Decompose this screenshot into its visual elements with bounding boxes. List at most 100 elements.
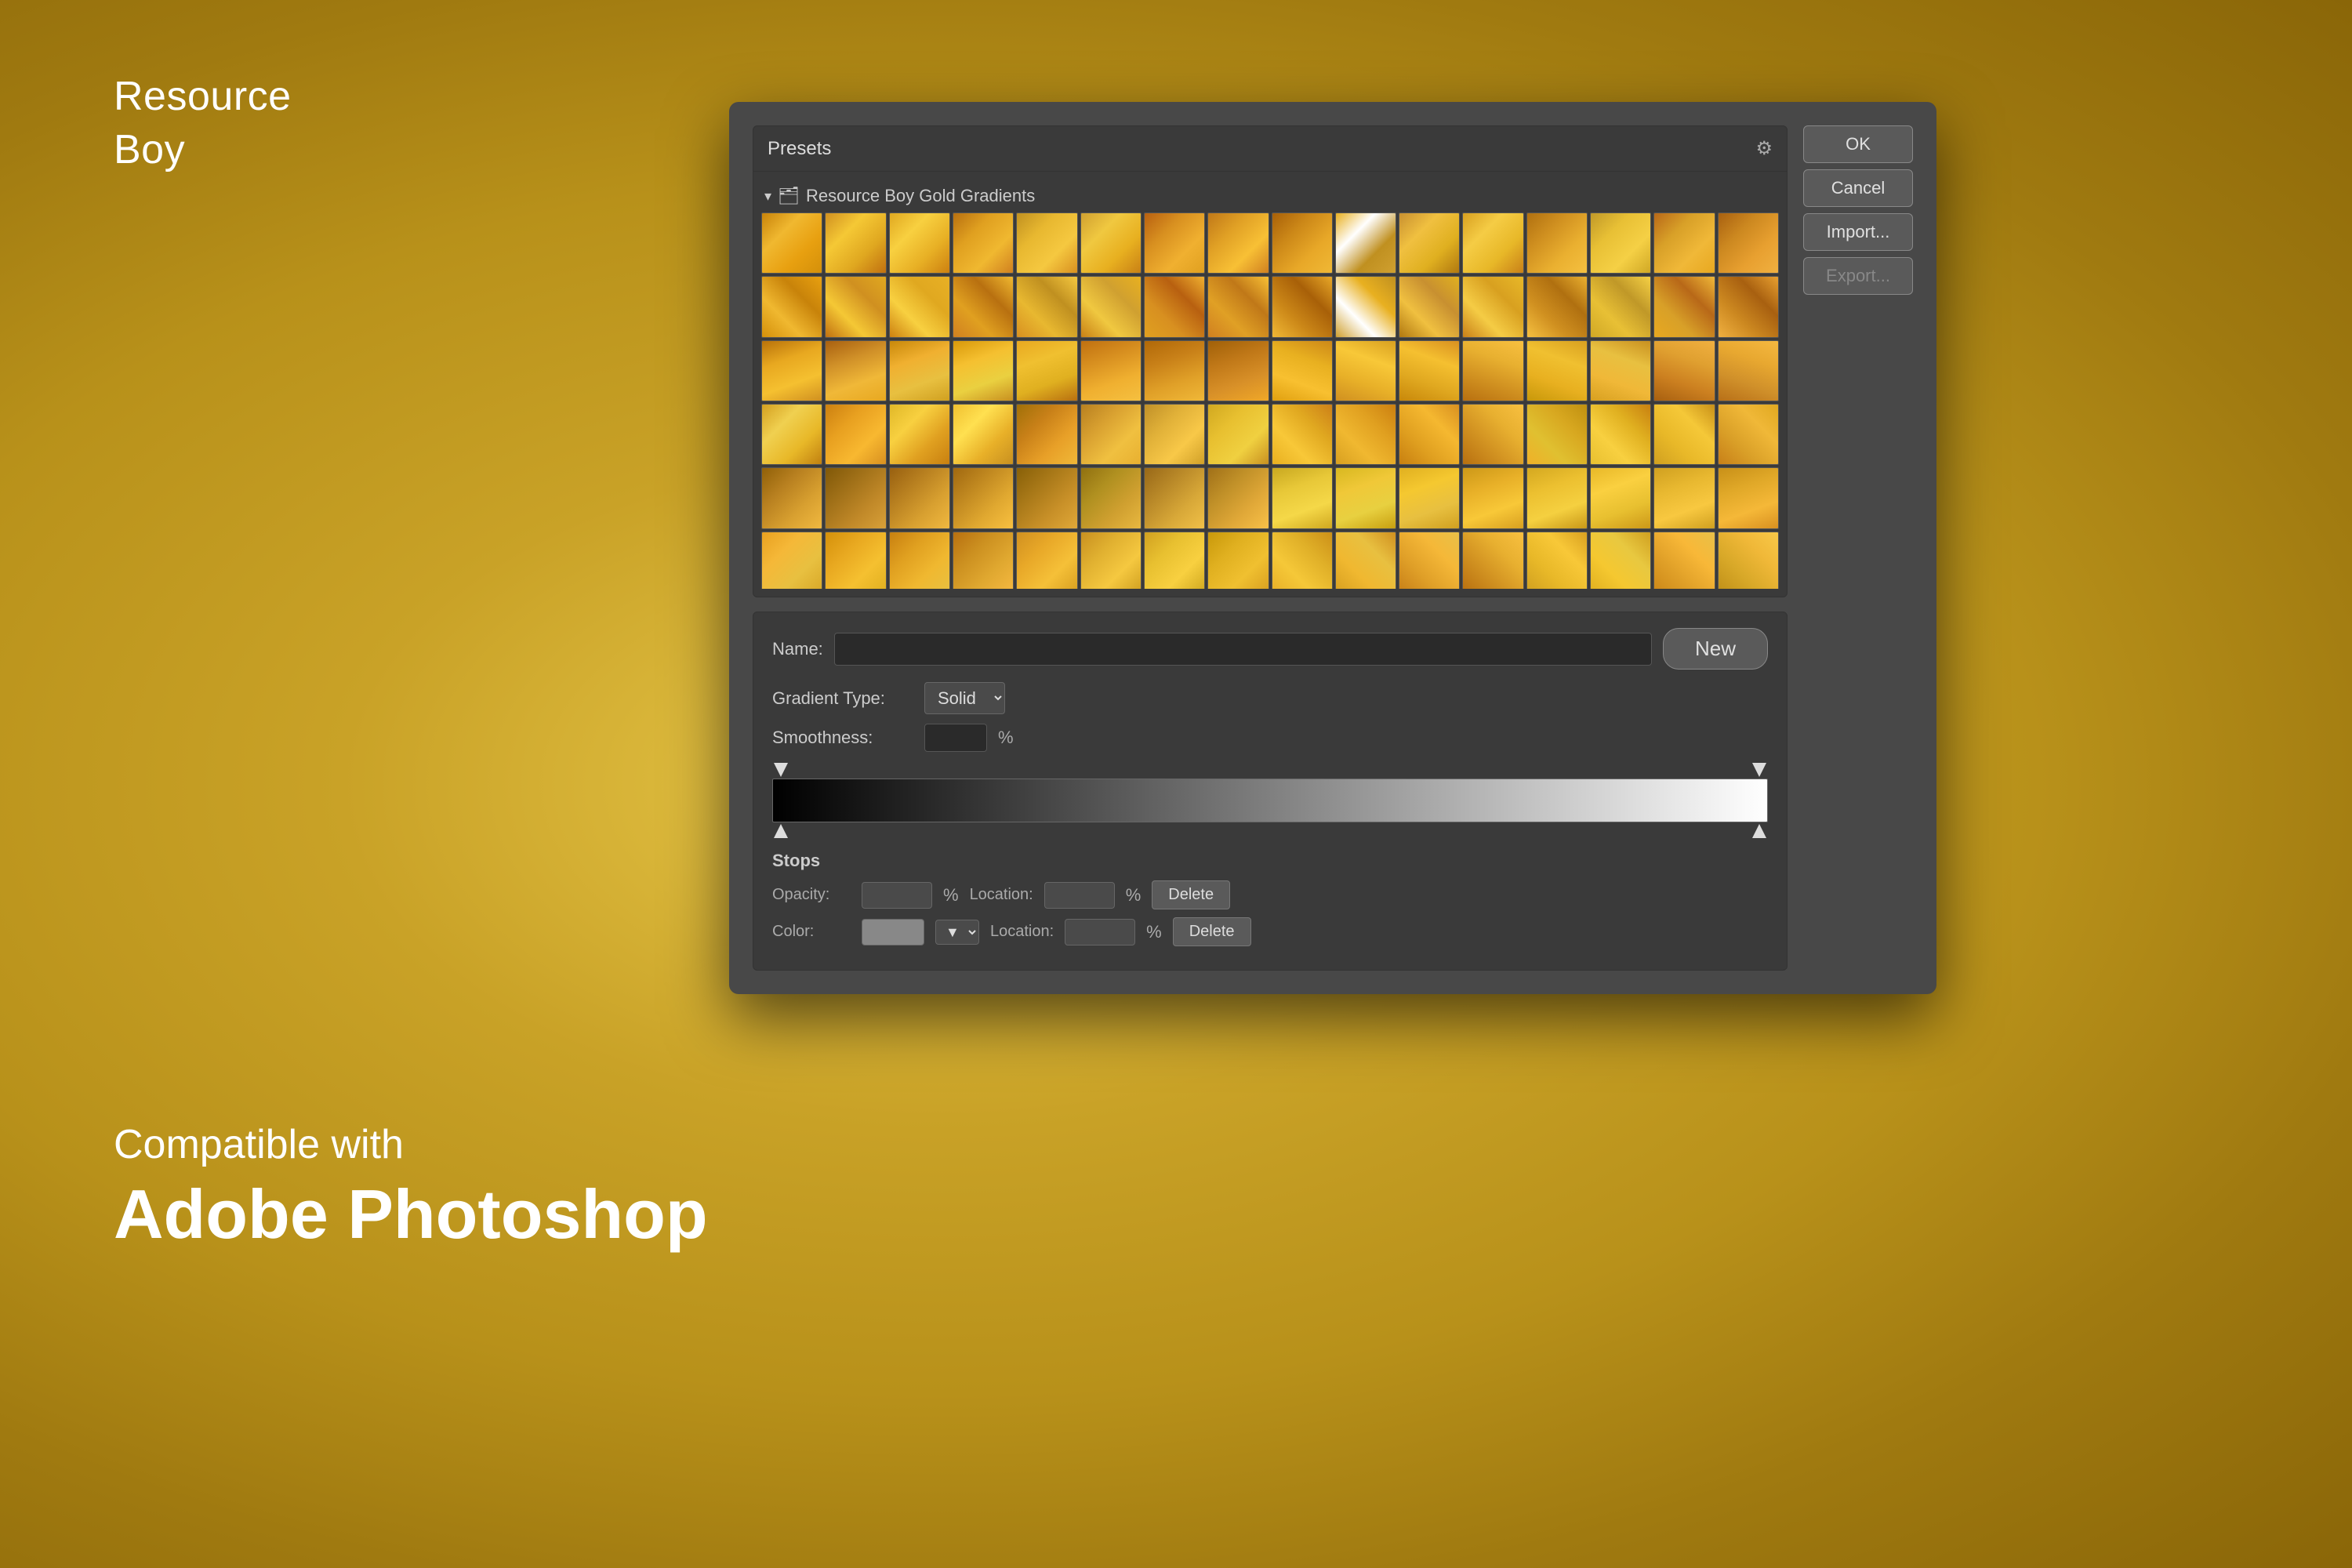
- gradient-swatch-64[interactable]: [761, 467, 822, 528]
- color-stop-right[interactable]: [1752, 824, 1766, 838]
- gradient-swatch-35[interactable]: [953, 340, 1014, 401]
- gradient-swatch-83[interactable]: [953, 532, 1014, 589]
- gradient-swatch-53[interactable]: [1080, 404, 1142, 465]
- gradient-swatch-8[interactable]: [1272, 212, 1333, 274]
- gradient-swatch-0[interactable]: [761, 212, 822, 274]
- gradient-swatch-49[interactable]: [825, 404, 886, 465]
- gradient-swatch-34[interactable]: [889, 340, 950, 401]
- gradient-swatch-28[interactable]: [1526, 276, 1588, 337]
- gradient-swatch-5[interactable]: [1080, 212, 1142, 274]
- color-location-input[interactable]: [1065, 919, 1135, 946]
- gradient-swatch-94[interactable]: [1653, 532, 1715, 589]
- gradient-swatch-31[interactable]: [1718, 276, 1779, 337]
- gradient-swatch-55[interactable]: [1207, 404, 1269, 465]
- gradient-swatch-76[interactable]: [1526, 467, 1588, 528]
- gradient-swatch-15[interactable]: [1718, 212, 1779, 274]
- gradient-swatch-36[interactable]: [1016, 340, 1077, 401]
- gradient-swatch-16[interactable]: [761, 276, 822, 337]
- gradient-swatch-17[interactable]: [825, 276, 886, 337]
- gradient-type-select[interactable]: Solid Noise: [924, 682, 1005, 714]
- gradient-swatch-3[interactable]: [953, 212, 1014, 274]
- gradient-swatch-57[interactable]: [1335, 404, 1396, 465]
- ok-button[interactable]: OK: [1803, 125, 1913, 163]
- gradient-swatch-62[interactable]: [1653, 404, 1715, 465]
- gradient-swatch-14[interactable]: [1653, 212, 1715, 274]
- gradient-preview[interactable]: [772, 779, 1768, 822]
- gradient-swatch-47[interactable]: [1718, 340, 1779, 401]
- gradient-swatch-23[interactable]: [1207, 276, 1269, 337]
- smoothness-input[interactable]: 100: [924, 724, 987, 752]
- name-input[interactable]: [834, 633, 1652, 666]
- gradient-swatch-89[interactable]: [1335, 532, 1396, 589]
- export-button[interactable]: Export...: [1803, 257, 1913, 295]
- gradient-swatch-74[interactable]: [1399, 467, 1460, 528]
- gradient-swatch-61[interactable]: [1590, 404, 1651, 465]
- color-delete-button[interactable]: Delete: [1173, 917, 1251, 946]
- gradient-swatch-24[interactable]: [1272, 276, 1333, 337]
- gradient-swatch-67[interactable]: [953, 467, 1014, 528]
- gradient-swatch-75[interactable]: [1462, 467, 1523, 528]
- gradient-swatch-56[interactable]: [1272, 404, 1333, 465]
- gradient-swatch-80[interactable]: [761, 532, 822, 589]
- gradient-swatch-27[interactable]: [1462, 276, 1523, 337]
- gradient-swatch-82[interactable]: [889, 532, 950, 589]
- gradient-swatch-52[interactable]: [1016, 404, 1077, 465]
- gradient-swatch-58[interactable]: [1399, 404, 1460, 465]
- gradient-swatch-86[interactable]: [1144, 532, 1205, 589]
- gradient-swatch-48[interactable]: [761, 404, 822, 465]
- gradient-swatch-73[interactable]: [1335, 467, 1396, 528]
- gradient-swatch-32[interactable]: [761, 340, 822, 401]
- gear-icon[interactable]: ⚙: [1755, 137, 1773, 160]
- gradient-swatch-25[interactable]: [1335, 276, 1396, 337]
- gradient-swatch-60[interactable]: [1526, 404, 1588, 465]
- gradient-swatch-41[interactable]: [1335, 340, 1396, 401]
- gradient-swatch-39[interactable]: [1207, 340, 1269, 401]
- gradient-swatch-29[interactable]: [1590, 276, 1651, 337]
- gradient-swatch-85[interactable]: [1080, 532, 1142, 589]
- gradient-swatch-50[interactable]: [889, 404, 950, 465]
- gradient-swatch-78[interactable]: [1653, 467, 1715, 528]
- gradient-swatch-19[interactable]: [953, 276, 1014, 337]
- color-stop-left[interactable]: [774, 824, 788, 838]
- gradient-swatch-70[interactable]: [1144, 467, 1205, 528]
- opacity-stop-left[interactable]: [774, 763, 788, 777]
- gradient-swatch-6[interactable]: [1144, 212, 1205, 274]
- opacity-value-input[interactable]: [862, 882, 932, 909]
- gradient-swatch-38[interactable]: [1144, 340, 1205, 401]
- gradient-swatch-63[interactable]: [1718, 404, 1779, 465]
- gradient-swatch-12[interactable]: [1526, 212, 1588, 274]
- gradient-swatch-71[interactable]: [1207, 467, 1269, 528]
- gradient-swatch-51[interactable]: [953, 404, 1014, 465]
- gradient-swatch-40[interactable]: [1272, 340, 1333, 401]
- gradient-swatch-93[interactable]: [1590, 532, 1651, 589]
- gradient-swatch-44[interactable]: [1526, 340, 1588, 401]
- gradient-swatch-66[interactable]: [889, 467, 950, 528]
- gradient-swatch-87[interactable]: [1207, 532, 1269, 589]
- gradient-swatch-7[interactable]: [1207, 212, 1269, 274]
- gradient-swatch-1[interactable]: [825, 212, 886, 274]
- gradient-swatch-91[interactable]: [1462, 532, 1523, 589]
- gradient-swatch-81[interactable]: [825, 532, 886, 589]
- gradient-swatch-59[interactable]: [1462, 404, 1523, 465]
- gradient-swatch-69[interactable]: [1080, 467, 1142, 528]
- gradient-swatch-21[interactable]: [1080, 276, 1142, 337]
- gradient-swatch-95[interactable]: [1718, 532, 1779, 589]
- new-button[interactable]: New: [1663, 628, 1768, 670]
- gradient-swatch-68[interactable]: [1016, 467, 1077, 528]
- folder-row[interactable]: ▾ 🗂 Resource Boy Gold Gradients: [761, 180, 1779, 212]
- gradient-swatch-20[interactable]: [1016, 276, 1077, 337]
- gradient-swatch-84[interactable]: [1016, 532, 1077, 589]
- gradient-swatch-10[interactable]: [1399, 212, 1460, 274]
- gradient-swatch-90[interactable]: [1399, 532, 1460, 589]
- gradient-swatch-77[interactable]: [1590, 467, 1651, 528]
- import-button[interactable]: Import...: [1803, 213, 1913, 251]
- gradient-swatch-18[interactable]: [889, 276, 950, 337]
- gradient-swatch-2[interactable]: [889, 212, 950, 274]
- color-swatch[interactable]: [862, 919, 924, 946]
- gradient-swatch-92[interactable]: [1526, 532, 1588, 589]
- color-stop-dropdown[interactable]: ▼: [935, 920, 979, 945]
- gradient-swatch-9[interactable]: [1335, 212, 1396, 274]
- gradient-swatch-46[interactable]: [1653, 340, 1715, 401]
- gradient-swatch-11[interactable]: [1462, 212, 1523, 274]
- gradient-swatch-33[interactable]: [825, 340, 886, 401]
